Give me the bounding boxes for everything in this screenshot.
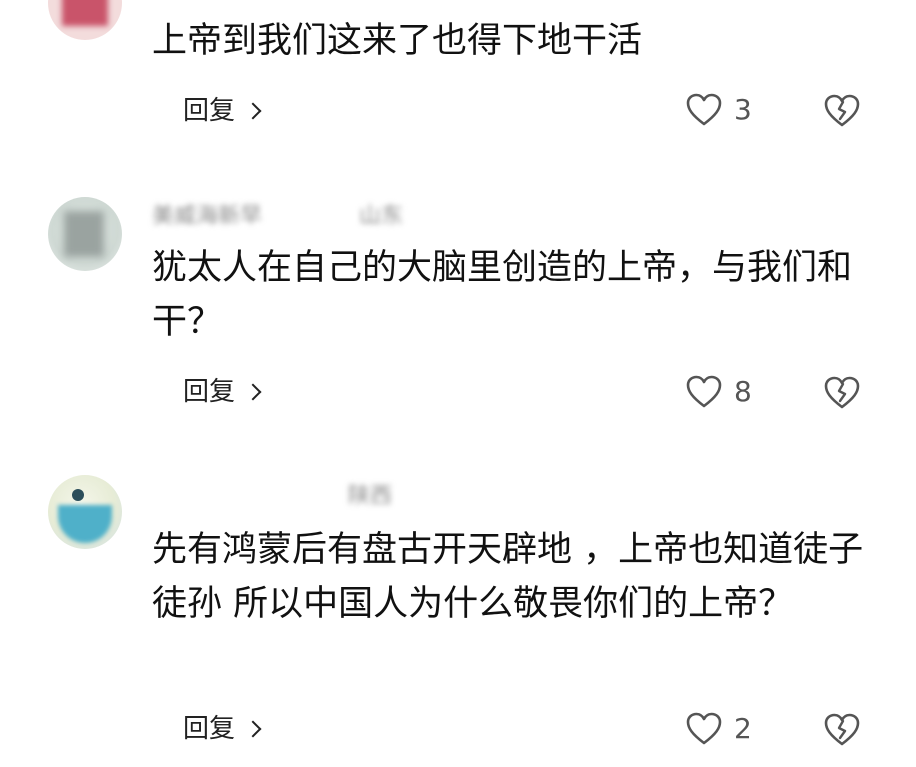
- commenter-avatar[interactable]: [48, 475, 122, 549]
- dislike-button[interactable]: [822, 710, 862, 750]
- comment-text: 犹太人在自己的大脑里创造的上帝，与我们和干？: [152, 248, 853, 342]
- reply-label: 回复: [183, 714, 236, 744]
- author-location: 山东: [359, 204, 404, 224]
- heart-outline-icon: [684, 372, 724, 412]
- like-count: 2: [734, 712, 752, 745]
- reply-label: 回复: [183, 96, 236, 126]
- dislike-button[interactable]: [822, 373, 862, 413]
- avatar-image: [64, 211, 104, 257]
- like-count: 8: [734, 375, 752, 408]
- reply-label: 回复: [183, 377, 236, 407]
- avatar-image: [58, 505, 112, 543]
- reply-button[interactable]: 回复: [183, 95, 262, 127]
- reply-button[interactable]: 回复: [183, 713, 262, 745]
- commenter-avatar[interactable]: [48, 0, 122, 40]
- heart-outline-icon: [684, 709, 724, 749]
- author-name: 美威海新早: [152, 204, 263, 224]
- broken-heart-outline-icon: [822, 373, 862, 413]
- like-button[interactable]: 8: [684, 372, 752, 412]
- like-count: 3: [734, 93, 752, 126]
- chevron-right-icon: [244, 383, 262, 401]
- comment-text: 先有鸿蒙后有盘古开天辟地 ，上帝也知道徒子徒孙 所以中国人为什么敬畏你们的上帝？: [152, 530, 864, 624]
- heart-outline-icon: [684, 90, 724, 130]
- author-name-blurred[interactable]: 陕西: [158, 478, 408, 504]
- dislike-button[interactable]: [822, 91, 862, 131]
- chevron-right-icon: [244, 102, 262, 120]
- broken-heart-outline-icon: [822, 91, 862, 131]
- like-button[interactable]: 2: [684, 709, 752, 749]
- commenter-avatar[interactable]: [48, 197, 122, 271]
- reply-button[interactable]: 回复: [183, 376, 262, 408]
- avatar-image: [62, 0, 108, 26]
- author-name-blurred[interactable]: 美威海新早 山东: [152, 198, 472, 224]
- like-button[interactable]: 3: [684, 90, 752, 130]
- comment-text: 上帝到我们这来了也得下地干活: [152, 21, 643, 61]
- avatar-image: [72, 489, 84, 501]
- broken-heart-outline-icon: [822, 710, 862, 750]
- author-location: 陕西: [348, 484, 393, 504]
- chevron-right-icon: [244, 720, 262, 738]
